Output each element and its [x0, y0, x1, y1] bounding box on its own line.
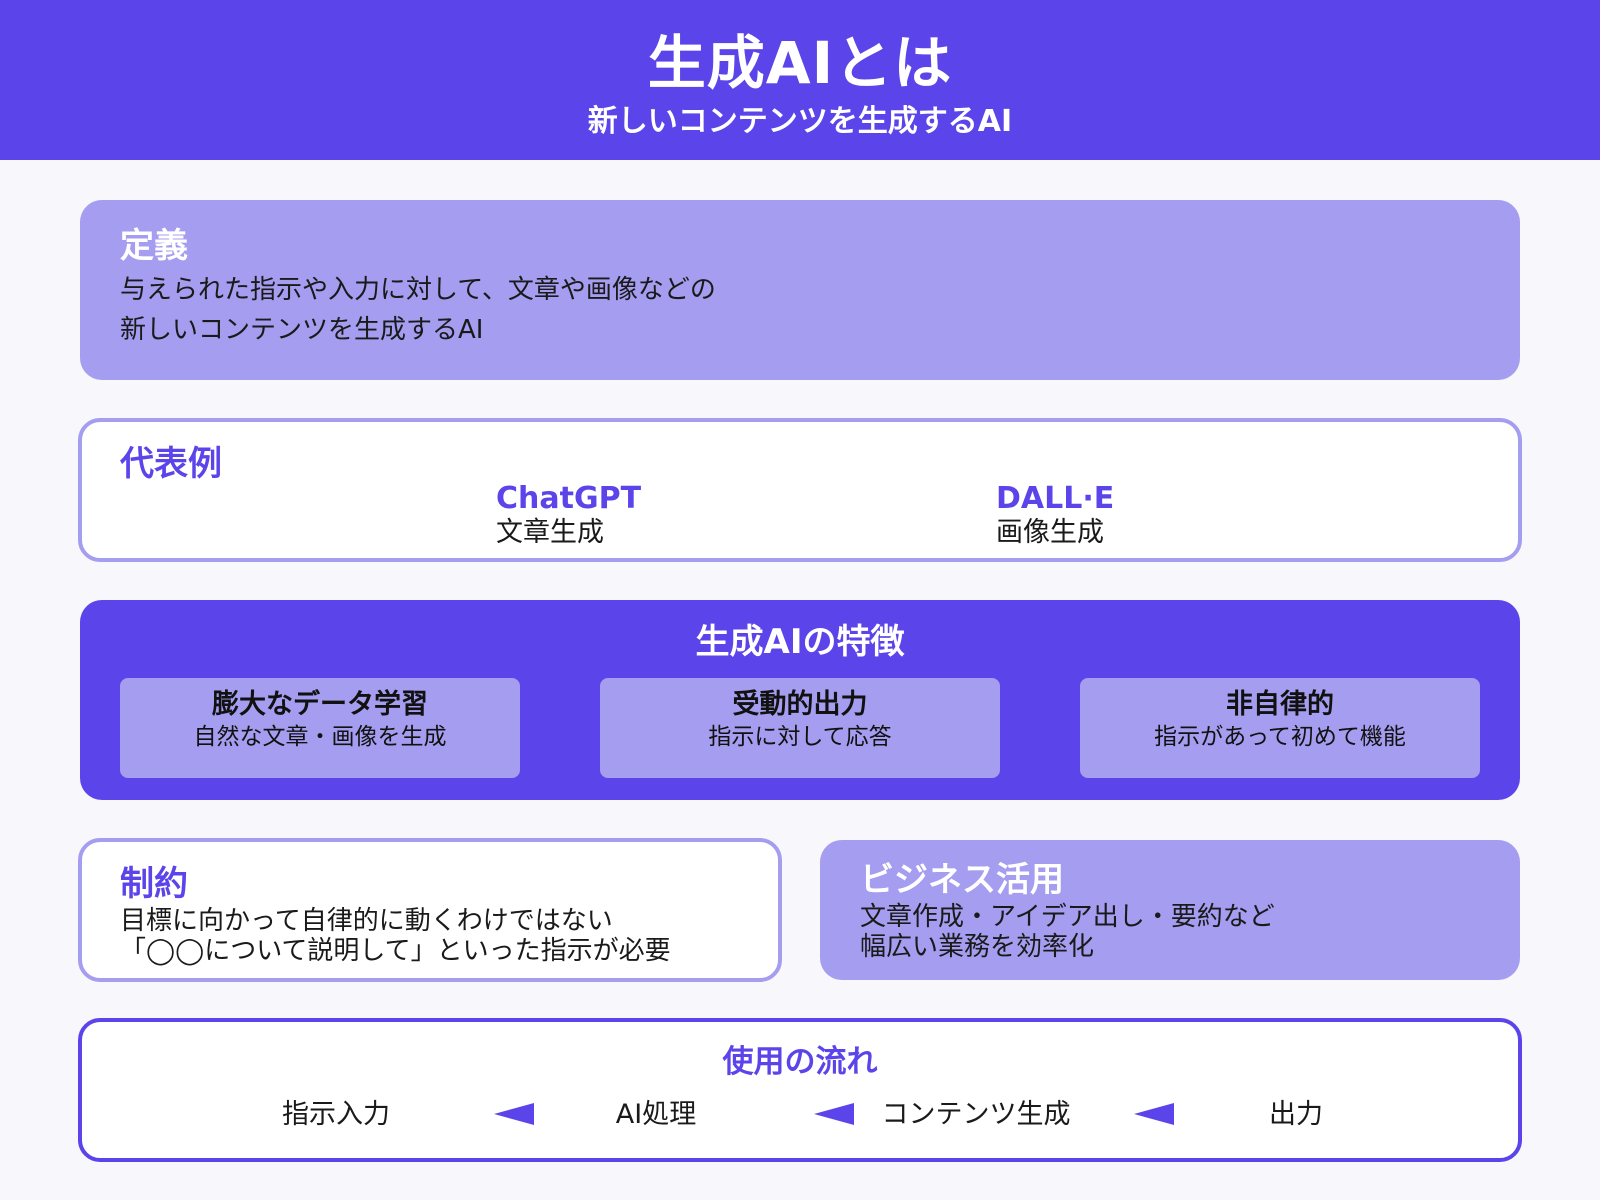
example-dalle: DALL·E 画像生成 [996, 482, 1114, 550]
constraints-text: 目標に向かって自律的に動くわけではない 「◯◯について説明して」といった指示が必… [120, 906, 671, 966]
business-title: ビジネス活用 [860, 860, 1064, 900]
business-card: ビジネス活用 文章作成・アイデア出し・要約など 幅広い業務を効率化 [820, 840, 1520, 980]
flow-step-output: 出力 [1269, 1099, 1323, 1130]
feature-desc: 自然な文章・画像を生成 [193, 724, 447, 750]
constraints-title: 制約 [120, 864, 188, 904]
business-line: 幅広い業務を効率化 [860, 932, 1095, 962]
feature-desc: 指示があって初めて機能 [1154, 724, 1406, 750]
example-desc: 文章生成 [496, 517, 604, 548]
header-banner: 生成AIとは 新しいコンテンツを生成するAI [0, 0, 1600, 160]
example-chatgpt: ChatGPT 文章生成 [496, 482, 641, 550]
features-card: 生成AIの特徴 膨大なデータ学習 自然な文章・画像を生成 受動的出力 指示に対し… [80, 600, 1520, 800]
feature-title: 受動的出力 [732, 689, 868, 720]
constraints-line: 目標に向かって自律的に動くわけではない [120, 906, 613, 936]
flow-step-input: 指示入力 [282, 1099, 390, 1130]
business-line: 文章作成・アイデア出し・要約など [860, 902, 1275, 932]
feature-title: 膨大なデータ学習 [212, 689, 428, 720]
page-subtitle: 新しいコンテンツを生成するAI [587, 104, 1013, 139]
definition-card: 定義 与えられた指示や入力に対して、文章や画像などの 新しいコンテンツを生成する… [80, 200, 1520, 380]
constraints-line: 「◯◯について説明して」といった指示が必要 [120, 936, 671, 966]
arrow-left-icon [494, 1103, 534, 1125]
page-title: 生成AIとは [647, 29, 953, 97]
feature-title: 非自律的 [1226, 689, 1334, 720]
feature-box: 膨大なデータ学習 自然な文章・画像を生成 [120, 678, 520, 778]
feature-box: 受動的出力 指示に対して応答 [600, 678, 1000, 778]
definition-line: 新しいコンテンツを生成するAI [120, 315, 484, 345]
example-name: DALL·E [996, 481, 1115, 516]
example-name: ChatGPT [496, 481, 642, 516]
definition-title: 定義 [120, 226, 188, 266]
business-text: 文章作成・アイデア出し・要約など 幅広い業務を効率化 [860, 902, 1275, 962]
features-title: 生成AIの特徴 [695, 622, 905, 662]
definition-line: 与えられた指示や入力に対して、文章や画像などの [120, 275, 716, 305]
flow-card: 使用の流れ 指示入力 AI処理 コンテンツ生成 出力 [78, 1018, 1522, 1162]
feature-desc: 指示に対して応答 [708, 724, 892, 750]
examples-title: 代表例 [120, 444, 222, 484]
flow-step-processing: AI処理 [615, 1099, 697, 1130]
examples-card: 代表例 ChatGPT 文章生成 DALL·E 画像生成 [78, 418, 1522, 562]
arrow-left-icon [814, 1103, 854, 1125]
flow-step-generation: コンテンツ生成 [881, 1099, 1071, 1130]
arrow-left-icon [1134, 1103, 1174, 1125]
feature-box: 非自律的 指示があって初めて機能 [1080, 678, 1480, 778]
constraints-card: 制約 目標に向かって自律的に動くわけではない 「◯◯について説明して」といった指… [78, 838, 782, 982]
flow-title: 使用の流れ [722, 1044, 878, 1080]
definition-text: 与えられた指示や入力に対して、文章や画像などの 新しいコンテンツを生成するAI [120, 270, 716, 350]
example-desc: 画像生成 [996, 517, 1104, 548]
